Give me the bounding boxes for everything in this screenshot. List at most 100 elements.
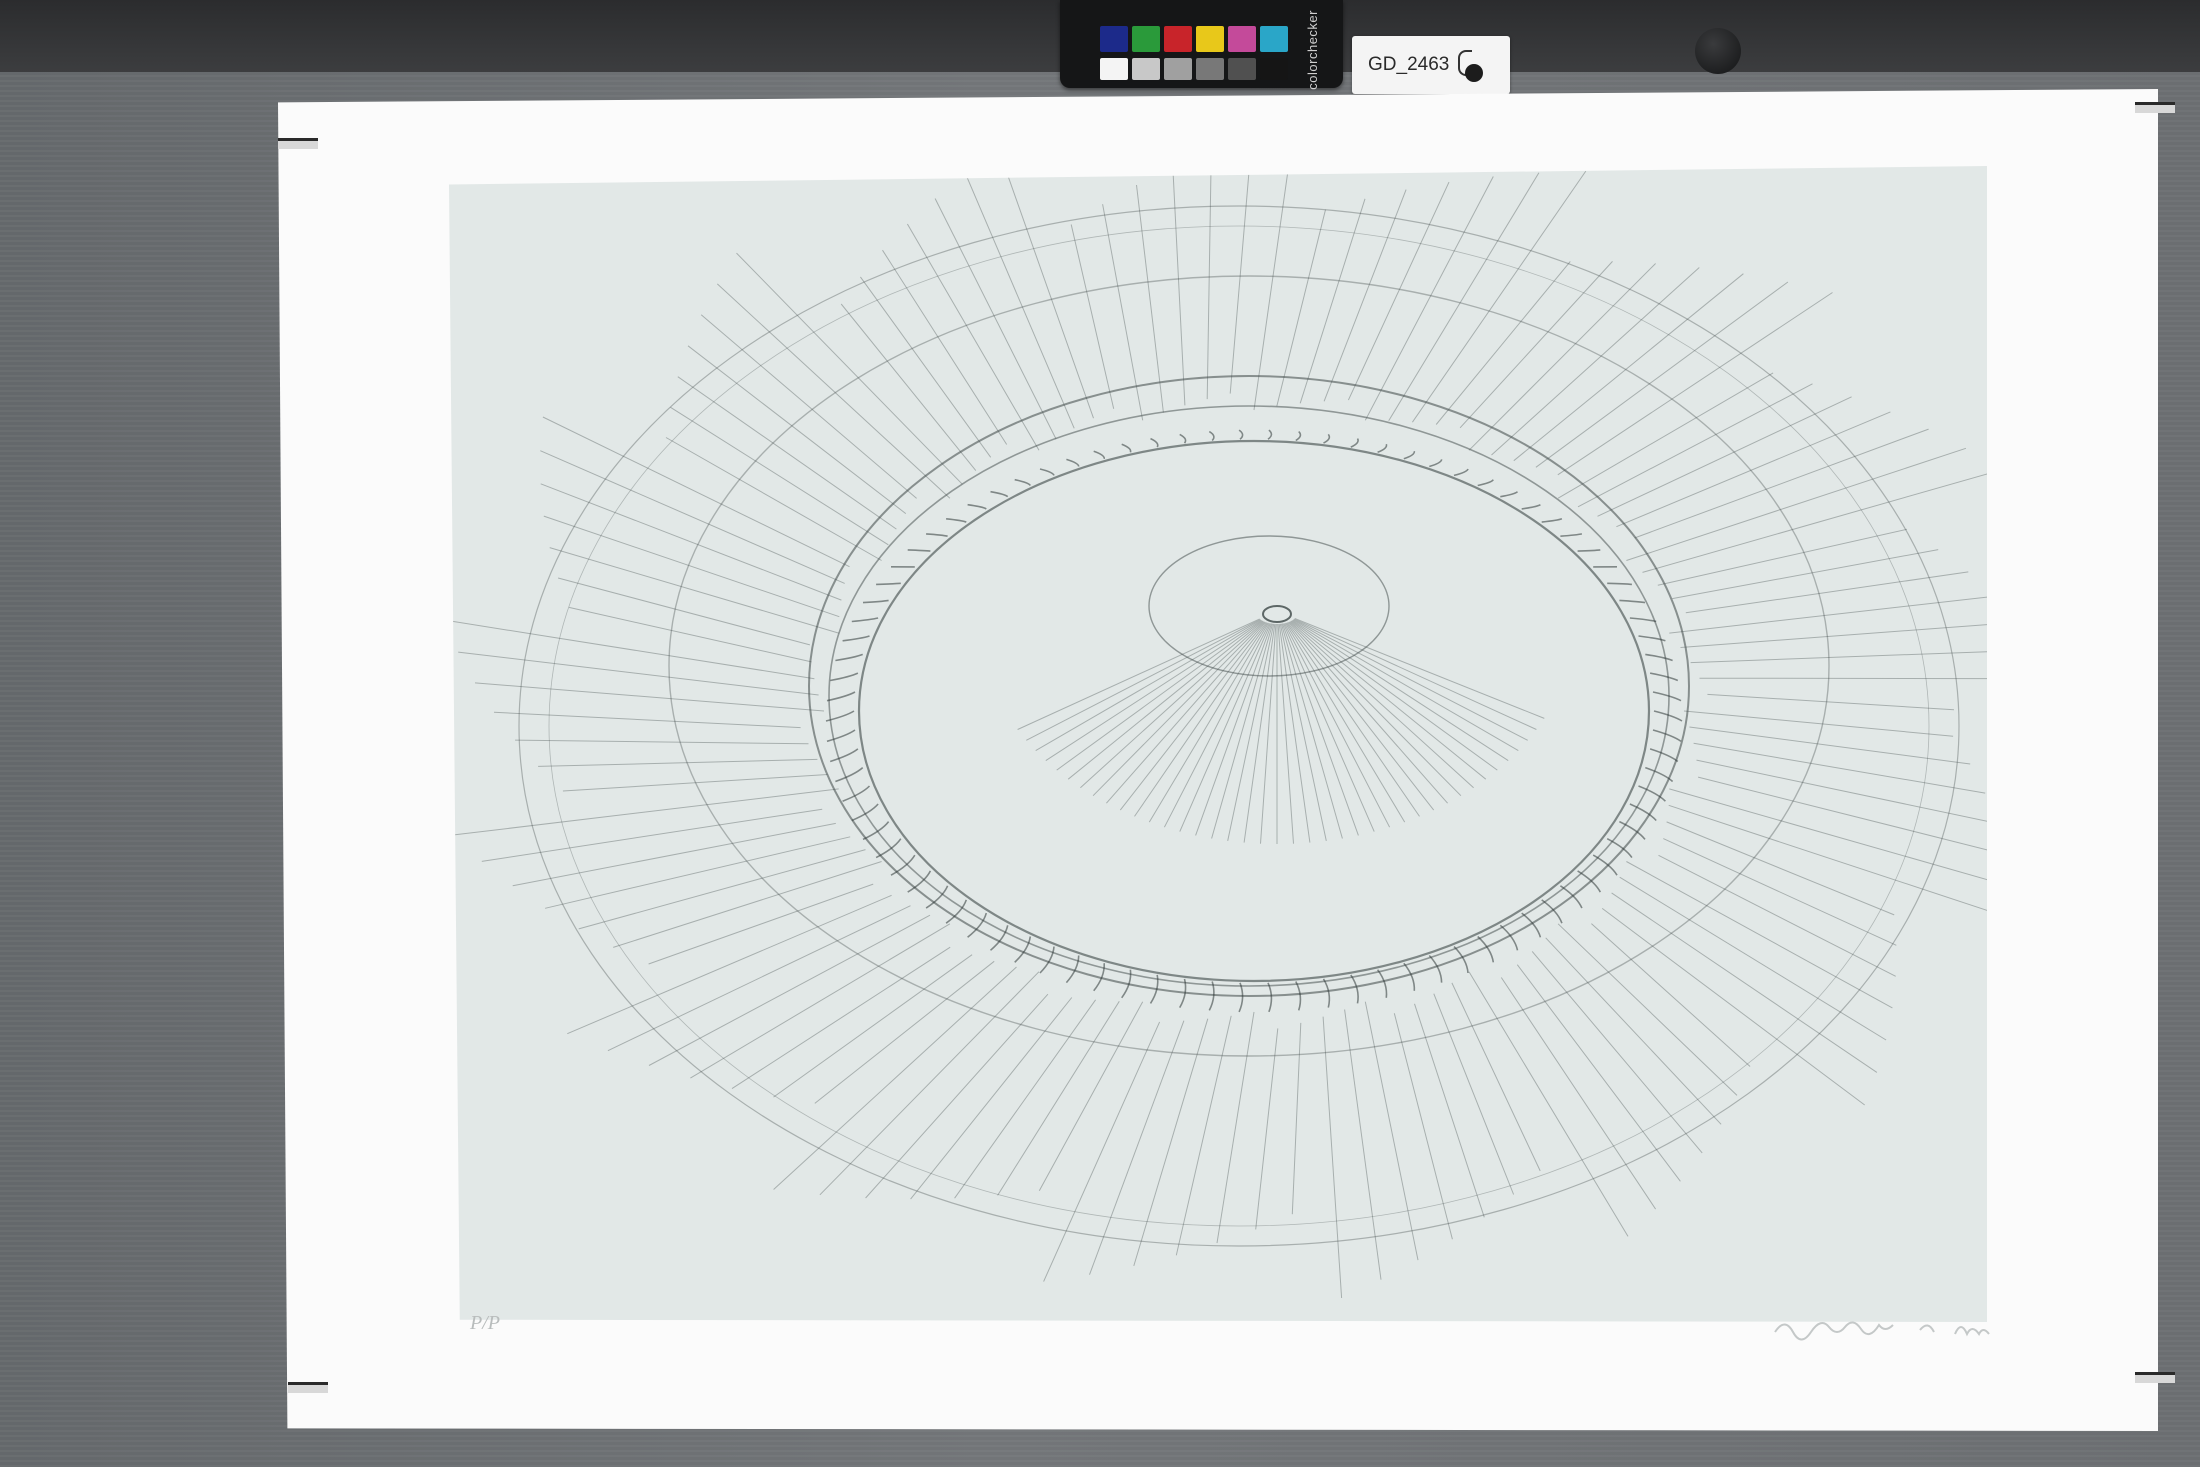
ray-stroke <box>567 894 892 1035</box>
ridge-tick <box>967 503 987 510</box>
cone-stroke <box>1292 619 1519 752</box>
ray-stroke <box>1697 776 1987 856</box>
ray-stroke <box>557 577 811 646</box>
ridge-tick <box>1577 549 1601 552</box>
ray-stroke <box>607 905 911 1052</box>
ray-stroke <box>1291 1022 1302 1215</box>
paper-clip-bottom-left <box>288 1382 328 1393</box>
ridge-tick <box>890 854 916 876</box>
ray-stroke <box>515 739 809 745</box>
crater-drawing <box>449 166 1987 1299</box>
ray-stroke <box>562 774 828 792</box>
cone-stroke <box>1279 623 1327 842</box>
paper-clip-top-left <box>278 138 318 149</box>
ray-stroke <box>1500 977 1657 1210</box>
ridge-tick <box>876 582 901 586</box>
ray-stroke <box>965 173 1075 429</box>
ridge-tick <box>835 766 864 783</box>
ray-stroke <box>1696 759 1987 824</box>
ridge-tick <box>1619 820 1646 840</box>
ray-stroke <box>773 966 1017 1190</box>
ray-stroke <box>1683 710 1954 737</box>
ray-stroke <box>1322 1016 1343 1299</box>
archive-id-label: GD_2463 <box>1368 54 1450 75</box>
ray-stroke <box>1669 595 1987 634</box>
ray-stroke <box>481 808 823 862</box>
ridge-tick <box>830 672 859 682</box>
ridge-tick <box>1295 981 1302 1011</box>
ridge-tick <box>1093 450 1106 459</box>
ray-stroke <box>1393 1013 1453 1240</box>
ray-stroke <box>1626 447 1967 561</box>
ray-stroke <box>1516 964 1681 1182</box>
ridge-tick <box>1403 451 1416 460</box>
cone-stroke <box>1283 623 1375 832</box>
ridge-tick <box>990 490 1009 498</box>
ray-stroke <box>1491 267 1700 456</box>
ridge-tick <box>1652 729 1682 742</box>
label-pin-icon <box>1465 64 1483 82</box>
ridge-tick <box>1645 653 1673 662</box>
ridge-tick <box>826 729 856 743</box>
ray-stroke <box>549 547 839 634</box>
ray-stroke <box>1433 993 1515 1195</box>
ray-stroke <box>1347 181 1450 401</box>
ray-stroke <box>1323 189 1407 402</box>
cone-stroke <box>1293 619 1528 741</box>
cone-stroke <box>1286 622 1420 817</box>
ray-stroke <box>1577 383 1813 508</box>
ray-stroke <box>1206 166 1212 400</box>
ray-stroke <box>1070 224 1115 409</box>
ray-stroke <box>474 682 825 712</box>
ridge-tick <box>1649 748 1679 763</box>
ray-stroke <box>538 758 818 767</box>
ray-stroke <box>1680 621 1987 648</box>
ridge-tick <box>835 653 863 662</box>
ridge-tick <box>1592 854 1618 876</box>
ridge-tick <box>1208 430 1215 442</box>
cone-stroke <box>1227 623 1275 842</box>
ray-stroke <box>716 283 951 499</box>
ridge-tick <box>851 617 879 623</box>
swatch-black <box>1260 58 1288 80</box>
ray-stroke <box>1172 166 1186 406</box>
ridge-tick <box>1429 459 1443 468</box>
ray-stroke <box>910 997 1073 1200</box>
artist-signature <box>1774 1321 1990 1341</box>
cone-stroke <box>1067 620 1264 780</box>
cone-stroke <box>1119 622 1267 811</box>
ridge-tick <box>862 821 890 841</box>
ray-stroke <box>540 483 842 601</box>
ray-stroke <box>648 914 931 1066</box>
ray-stroke <box>1601 907 1865 1106</box>
ray-stroke <box>1690 648 1987 664</box>
swatch-gray <box>1164 58 1192 80</box>
cone-stroke <box>1056 620 1263 771</box>
ridge-tick <box>1150 437 1159 448</box>
ray-stroke <box>1414 1003 1485 1218</box>
swatch-mid-gray <box>1196 58 1224 80</box>
ridge-tick <box>1607 582 1632 586</box>
ridge-tick <box>1453 468 1469 477</box>
ray-stroke <box>687 345 907 514</box>
ray-stroke <box>1229 166 1253 394</box>
ridge-tick <box>1121 443 1132 453</box>
swatch-yellow <box>1196 26 1224 52</box>
ray-stroke <box>859 276 992 458</box>
ray-stroke <box>1459 261 1613 429</box>
ray-stroke <box>1619 876 1887 1041</box>
ridge-tick <box>1066 458 1080 467</box>
cone-stroke <box>1290 620 1487 780</box>
ray-stroke <box>1616 411 1891 528</box>
cone-stroke <box>1289 621 1474 789</box>
ridge-tick <box>862 599 889 604</box>
color-checker-card: colorchecker <box>1060 0 1343 90</box>
ridge-tick <box>1238 429 1244 440</box>
ray-stroke <box>1591 923 1751 1067</box>
ray-stroke <box>934 198 1057 440</box>
ray-stroke <box>1468 971 1629 1237</box>
ridge-tick <box>1521 503 1541 510</box>
ray-stroke <box>1557 372 1774 499</box>
swatch-dark-gray <box>1228 58 1256 80</box>
ray-stroke <box>736 252 963 485</box>
